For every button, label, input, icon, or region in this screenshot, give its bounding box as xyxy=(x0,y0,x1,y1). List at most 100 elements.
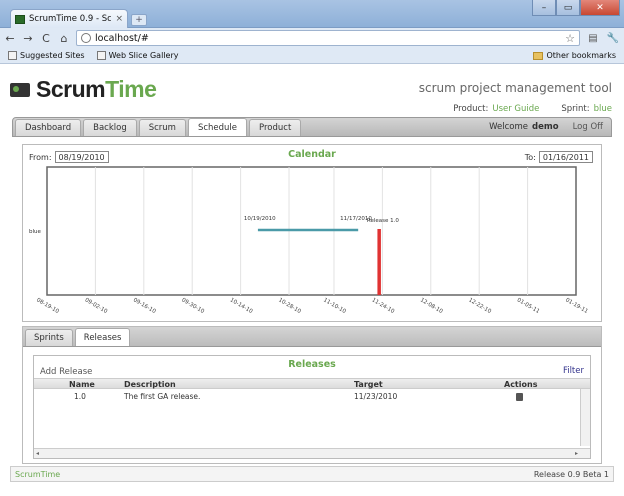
vertical-scrollbar[interactable] xyxy=(580,389,590,446)
logo-mark-icon xyxy=(10,82,30,97)
tagline: scrum project management tool xyxy=(418,81,612,95)
release-marker xyxy=(377,229,381,295)
page-icon xyxy=(96,51,106,60)
main-nav: Dashboard Backlog Scrum Schedule Product… xyxy=(12,117,612,137)
x-tick-label: 10-14-10 xyxy=(229,297,254,315)
from-label: From: xyxy=(29,152,52,162)
scrumtime-logo: ScrumTime xyxy=(10,76,157,103)
x-tick-label: 12-08-10 xyxy=(419,297,444,315)
subtabs: Sprints Releases xyxy=(23,327,601,347)
scrumtime-favicon-icon xyxy=(15,14,25,24)
x-tick-label: 09-16-10 xyxy=(132,297,157,315)
col-target[interactable]: Target xyxy=(354,380,383,389)
sprint-label: Sprint: xyxy=(561,104,590,114)
home-icon[interactable]: ⌂ xyxy=(58,31,70,45)
sprint-link[interactable]: blue xyxy=(594,104,612,114)
welcome-user: demo xyxy=(532,122,559,132)
scroll-right-icon[interactable]: ▸ xyxy=(575,450,578,457)
other-bookmarks-label: Other bookmarks xyxy=(546,51,616,60)
maximize-button[interactable]: ▭ xyxy=(556,0,580,16)
tab-schedule[interactable]: Schedule xyxy=(187,118,248,136)
footer: ScrumTime Release 0.9 Beta 1 xyxy=(10,466,614,482)
table-row[interactable]: 1.0 The first GA release. 11/23/2010 xyxy=(34,391,580,403)
col-name[interactable]: Name xyxy=(69,380,95,389)
browser-toolbar: ← → C ⌂ localhost/# ☆ ▤ 🔧 xyxy=(0,28,624,48)
x-tick-label: 12-22-10 xyxy=(467,297,492,315)
timeline-chart: 08-19-10 09-02-10 09-16-10 09-30-10 10-14-10… xyxy=(29,166,589,315)
window-controls: – ▭ ✕ xyxy=(532,0,620,16)
sprint-start-label: 10/19/2010 xyxy=(244,216,276,222)
tab-dashboard[interactable]: Dashboard xyxy=(15,119,82,136)
calendar-title: Calendar xyxy=(288,149,336,160)
x-tick-label: 01-05-11 xyxy=(516,297,541,315)
scroll-left-icon[interactable]: ◂ xyxy=(36,450,39,457)
browser-tab[interactable]: ScrumTime 0.9 - Schedule × xyxy=(10,9,128,28)
new-tab-button[interactable]: + xyxy=(131,14,147,26)
logoff-link[interactable]: Log Off xyxy=(573,122,603,132)
calendar-panel: 08-19-10 09-02-10 09-16-10 09-30-10 10-14-10… xyxy=(22,144,602,322)
forward-icon[interactable]: → xyxy=(22,31,34,45)
lower-panel: Sprints Releases Releases Add Release Fi… xyxy=(22,326,602,464)
page-content: ScrumTime scrum project management tool … xyxy=(0,64,624,496)
browser-tab-title: ScrumTime 0.9 - Schedule xyxy=(29,14,112,24)
releases-box: Releases Add Release Filter Name Descrip… xyxy=(33,355,591,459)
to-date-input[interactable]: 01/16/2011 xyxy=(538,151,593,163)
x-tick-label: 09-30-10 xyxy=(180,297,205,315)
product-link[interactable]: User Guide xyxy=(492,104,539,114)
tab-product[interactable]: Product xyxy=(249,119,302,136)
from-date: From: 08/19/2010 xyxy=(29,151,109,163)
bookmark-suggested-sites[interactable]: Suggested Sites xyxy=(8,51,85,60)
welcome-text: Welcome xyxy=(489,122,529,132)
from-date-input[interactable]: 08/19/2010 xyxy=(54,151,109,163)
close-tab-icon[interactable]: × xyxy=(115,14,123,24)
bookmark-label: Web Slice Gallery xyxy=(108,51,179,60)
tab-scrum[interactable]: Scrum xyxy=(138,119,186,136)
globe-icon xyxy=(81,33,91,43)
y-category-label: blue xyxy=(29,229,42,235)
x-tick-label: 01-19-11 xyxy=(564,297,589,315)
release-description: The first GA release. xyxy=(124,392,201,401)
footer-brand[interactable]: ScrumTime xyxy=(15,470,60,479)
release-name: 1.0 xyxy=(74,392,86,401)
x-tick-label: 10-28-10 xyxy=(277,297,302,315)
product-sprint-info: Product: User Guide Sprint: blue xyxy=(453,104,612,114)
release-target: 11/23/2010 xyxy=(354,392,398,401)
address-url[interactable]: localhost/# xyxy=(95,33,561,44)
page-menu-icon[interactable]: ▤ xyxy=(586,31,600,45)
subtab-sprints[interactable]: Sprints xyxy=(25,329,73,346)
bookmarks-bar: Suggested Sites Web Slice Gallery Other … xyxy=(0,48,624,64)
col-actions: Actions xyxy=(504,380,538,389)
x-tick-label: 11-24-10 xyxy=(371,297,396,315)
page-icon xyxy=(8,51,17,60)
logo-scrum: Scrum xyxy=(36,76,106,102)
back-icon[interactable]: ← xyxy=(4,31,16,45)
bookmark-label: Suggested Sites xyxy=(20,51,85,60)
trash-icon[interactable] xyxy=(516,393,523,401)
minimize-button[interactable]: – xyxy=(532,0,556,16)
close-window-button[interactable]: ✕ xyxy=(580,0,620,16)
wrench-icon[interactable]: 🔧 xyxy=(606,31,620,45)
bookmark-star-icon[interactable]: ☆ xyxy=(565,32,575,45)
subtab-releases[interactable]: Releases xyxy=(74,328,131,346)
other-bookmarks[interactable]: Other bookmarks xyxy=(533,51,616,60)
logo-time: Time xyxy=(105,76,157,102)
col-description[interactable]: Description xyxy=(124,380,176,389)
address-bar[interactable]: localhost/# ☆ xyxy=(76,30,580,46)
footer-version: Release 0.9 Beta 1 xyxy=(533,469,609,479)
welcome-area: Welcome demo Log Off xyxy=(489,122,611,132)
add-release-button[interactable]: Add Release xyxy=(40,367,92,377)
to-label: To: xyxy=(524,152,536,162)
to-date: To: 01/16/2011 xyxy=(525,151,593,163)
folder-icon xyxy=(533,51,544,60)
x-tick-label: 09-02-10 xyxy=(84,297,109,315)
tab-backlog[interactable]: Backlog xyxy=(83,119,137,136)
releases-table-header: Name Description Target Actions xyxy=(34,378,590,389)
reload-icon[interactable]: C xyxy=(40,31,52,45)
browser-titlebar: ScrumTime 0.9 - Schedule × + – ▭ ✕ xyxy=(0,0,624,28)
x-tick-label: 08-19-10 xyxy=(35,297,60,315)
release-label: Release 1.0 xyxy=(367,218,399,224)
horizontal-scrollbar[interactable]: ◂ ▸ xyxy=(34,448,590,458)
bookmark-web-slice-gallery[interactable]: Web Slice Gallery xyxy=(96,51,179,60)
filter-link[interactable]: Filter xyxy=(563,366,584,376)
product-label: Product: xyxy=(453,104,489,114)
